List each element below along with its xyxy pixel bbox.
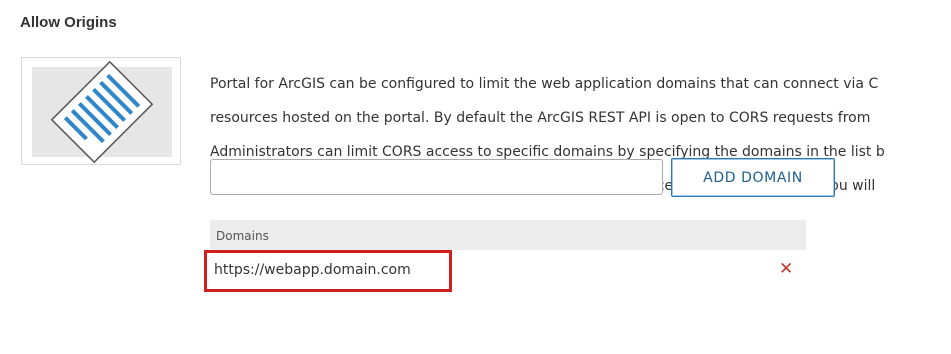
description-line: resources hosted on the portal. By defau… [210,110,871,126]
table-row: https://webapp.domain.com ✕ [204,250,806,292]
domains-column-header: Domains [216,229,269,243]
add-domain-button[interactable]: ADD DOMAIN [671,158,835,197]
document-icon [50,60,154,164]
remove-x-icon[interactable]: ✕ [779,259,793,279]
domain-input[interactable] [210,159,663,195]
section-title: Allow Origins [20,14,117,31]
description-line: Portal for ArcGIS can be configured to l… [210,76,879,92]
illustration-frame [21,57,181,165]
domains-table-header: Domains [210,220,806,250]
domain-url: https://webapp.domain.com [214,262,411,278]
